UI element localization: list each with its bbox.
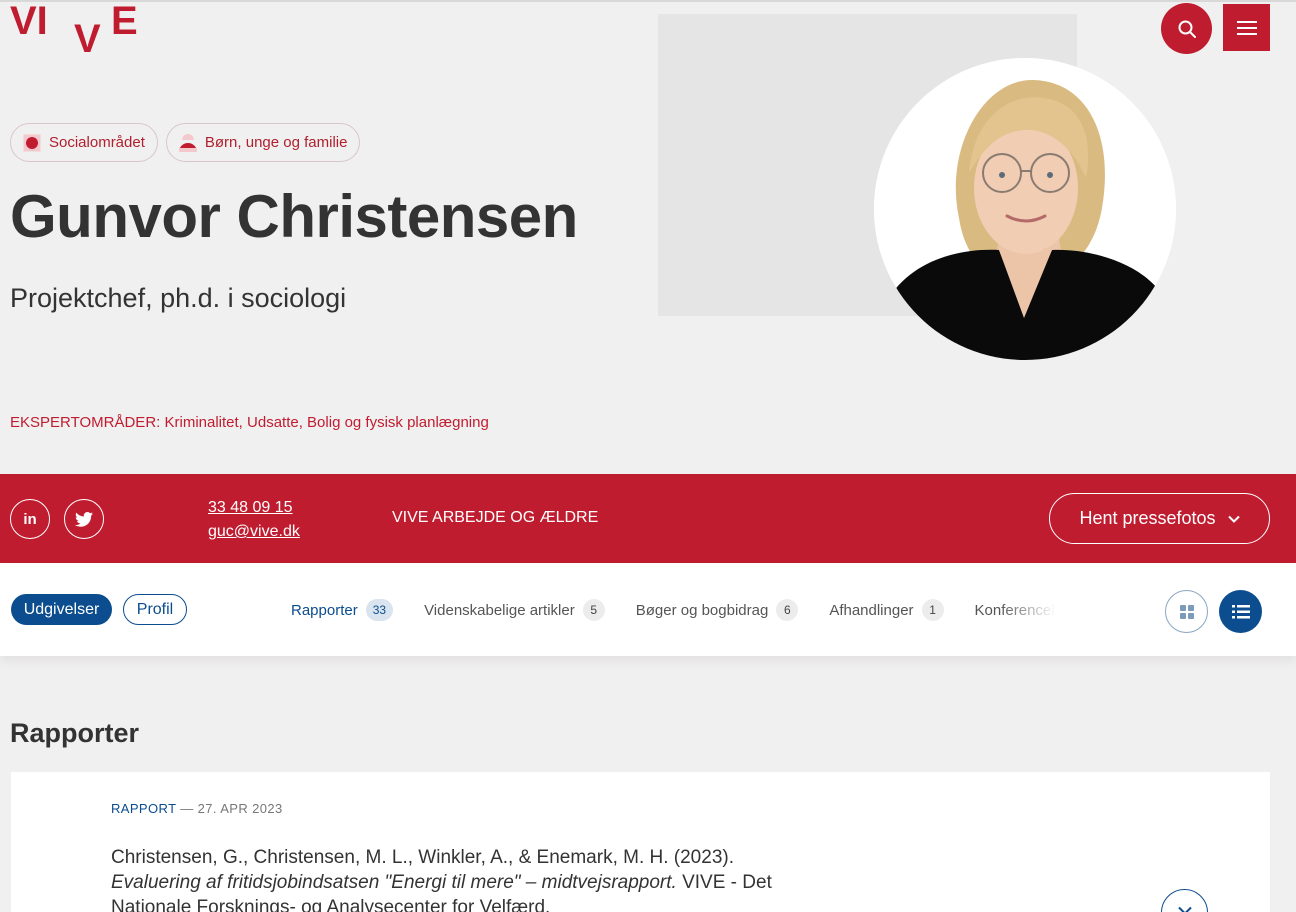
search-icon [1178,20,1196,38]
person-title: Projektchef, ph.d. i sociologi [10,283,347,313]
press-photos-button[interactable]: Hent pressefotos [1049,493,1270,544]
pubtab-afhandlinger[interactable]: Afhandlinger 1 [829,599,944,621]
email-link[interactable]: guc@vive.dk [208,520,300,544]
tag-born-unge-familie[interactable]: Børn, unge og familie [165,123,361,162]
section-title: Rapporter [10,718,140,748]
hamburger-icon [1236,20,1257,35]
top-border [0,0,1296,2]
half-circle-icon [178,133,197,152]
menu-button[interactable] [1223,4,1270,51]
svg-text:V: V [74,17,101,56]
tag-socialomraadet[interactable]: Socialområdet [10,123,158,162]
pubtab-label: Rapporter [291,601,358,619]
meta-separator: — [180,801,194,816]
list-view-icon [1231,604,1250,618]
svg-text:VI: VI [10,0,48,43]
pubtab-videnskabelige-artikler[interactable]: Videnskabelige artikler 5 [424,599,605,621]
citation-authors: Christensen, G., Christensen, M. L., Win… [111,847,734,868]
expertise-label: EKSPERTOMRÅDER: [10,414,161,431]
vive-logo[interactable]: VI V E [10,0,142,56]
twitter-icon [75,511,93,527]
pubtab-boger-og-bogbidrag[interactable]: Bøger og bogbidrag 6 [636,599,799,621]
svg-text:E: E [111,0,138,43]
grid-view-icon [1179,604,1194,619]
press-photos-label: Hent pressefotos [1079,508,1216,528]
chevron-down-icon [1177,906,1192,912]
pubtab-count: 5 [582,599,605,621]
pubtab-label: Videnskabelige artikler [424,601,575,619]
publication-meta: RAPPORT — 27. APR 2023 [111,801,283,816]
person-name: Gunvor Christensen [10,183,578,250]
square-dot-icon [23,134,41,152]
tag-label: Socialområdet [49,134,145,151]
portrait-photo [874,58,1176,360]
linkedin-icon: in [23,510,37,528]
pubtab-count: 33 [365,599,394,621]
publication-citation: Christensen, G., Christensen, M. L., Win… [111,845,791,912]
publication-tabs: Rapporter 33 Videnskabelige artikler 5 B… [291,596,1061,624]
tab-udgivelser[interactable]: Udgivelser [11,594,112,625]
linkedin-button[interactable]: in [10,499,50,539]
pubtab-count: 1 [921,599,944,621]
pubtab-label: Bøger og bogbidrag [635,601,769,619]
pubtab-rapporter[interactable]: Rapporter 33 [291,599,394,621]
department-label: VIVE ARBEJDE OG ÆLDRE [392,509,599,526]
tabs-fade-overlay [1000,592,1062,628]
chevron-down-icon [1227,515,1240,523]
tag-list: Socialområdet Børn, unge og familie [10,123,361,162]
publication-type: RAPPORT [111,801,177,816]
contact-info: 33 48 09 15 guc@vive.dk [208,496,300,544]
citation-title: Evaluering af fritidsjobindsatsen "Energ… [111,872,677,893]
tab-profil[interactable]: Profil [123,594,187,625]
pubtab-label: Afhandlinger [829,601,914,619]
list-view-button[interactable] [1219,590,1262,633]
twitter-button[interactable] [64,499,104,539]
phone-link[interactable]: 33 48 09 15 [208,496,300,520]
publication-date: 27. APR 2023 [197,801,283,816]
expertise-values: Kriminalitet, Udsatte, Bolig og fysisk p… [164,414,489,431]
expertise-line: EKSPERTOMRÅDER: Kriminalitet, Udsatte, B… [10,414,489,431]
pubtab-count: 6 [776,599,799,621]
tag-label: Børn, unge og familie [204,134,348,151]
search-button[interactable] [1161,3,1212,54]
grid-view-button[interactable] [1165,590,1208,633]
